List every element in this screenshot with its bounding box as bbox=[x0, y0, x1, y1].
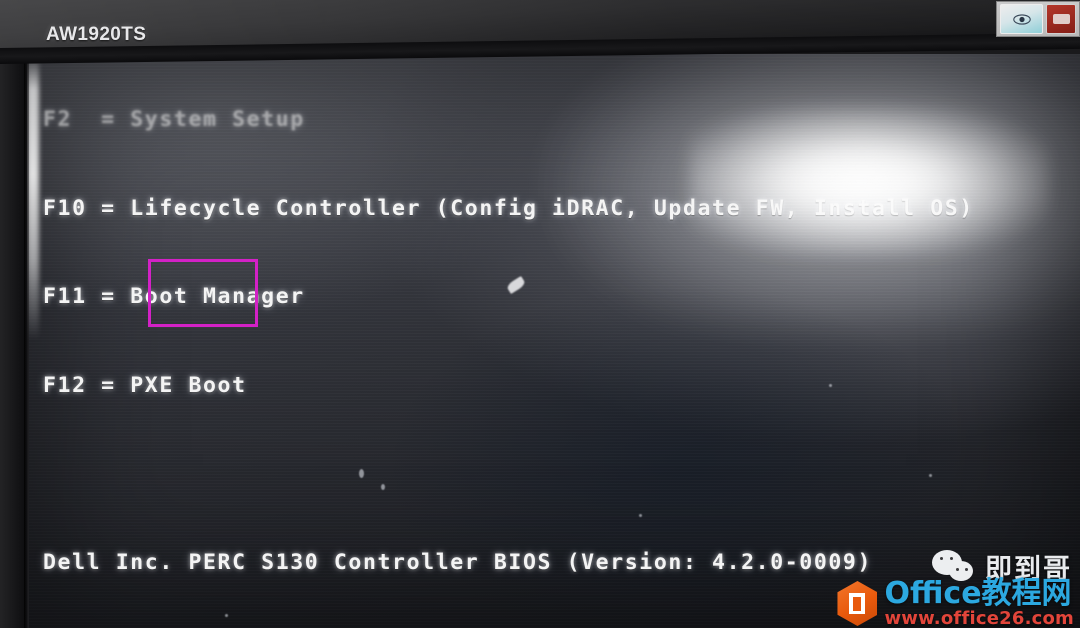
monitor-photo: F2 = System Setup F10 = Lifecycle Contro… bbox=[0, 0, 1080, 628]
office-watermark-lines: Office教程网 www.office26.com bbox=[884, 576, 1074, 628]
console-line-f12: F12 = PXE Boot bbox=[43, 372, 247, 398]
monitor-model-label: AW1920TS bbox=[46, 24, 147, 45]
office-watermark-url: www.office26.com bbox=[884, 607, 1074, 628]
office-watermark: Office教程网 www.office26.com bbox=[837, 576, 1074, 628]
console-line-blank-1 bbox=[43, 459, 1080, 489]
office-watermark-title: Office教程网 bbox=[884, 576, 1072, 612]
ctrl-r-highlight-box bbox=[148, 259, 258, 327]
console-line-f10: F10 = Lifecycle Controller (Config iDRAC… bbox=[43, 195, 974, 221]
monitor-screen: F2 = System Setup F10 = Lifecycle Contro… bbox=[29, 54, 1080, 628]
console-line-f2: F2 = System Setup bbox=[43, 107, 305, 132]
bios-console: F2 = System Setup F10 = Lifecycle Contro… bbox=[43, 54, 1080, 628]
red-tag-icon bbox=[1046, 4, 1076, 34]
eye-icon bbox=[1000, 4, 1044, 34]
console-line-controller-bios: Dell Inc. PERC S130 Controller BIOS (Ver… bbox=[43, 549, 873, 575]
monitor-bezel-left-edge bbox=[24, 40, 29, 628]
office-logo-icon bbox=[837, 581, 878, 627]
bezel-corner-sticker bbox=[996, 1, 1080, 37]
monitor-bezel-left bbox=[0, 26, 27, 628]
